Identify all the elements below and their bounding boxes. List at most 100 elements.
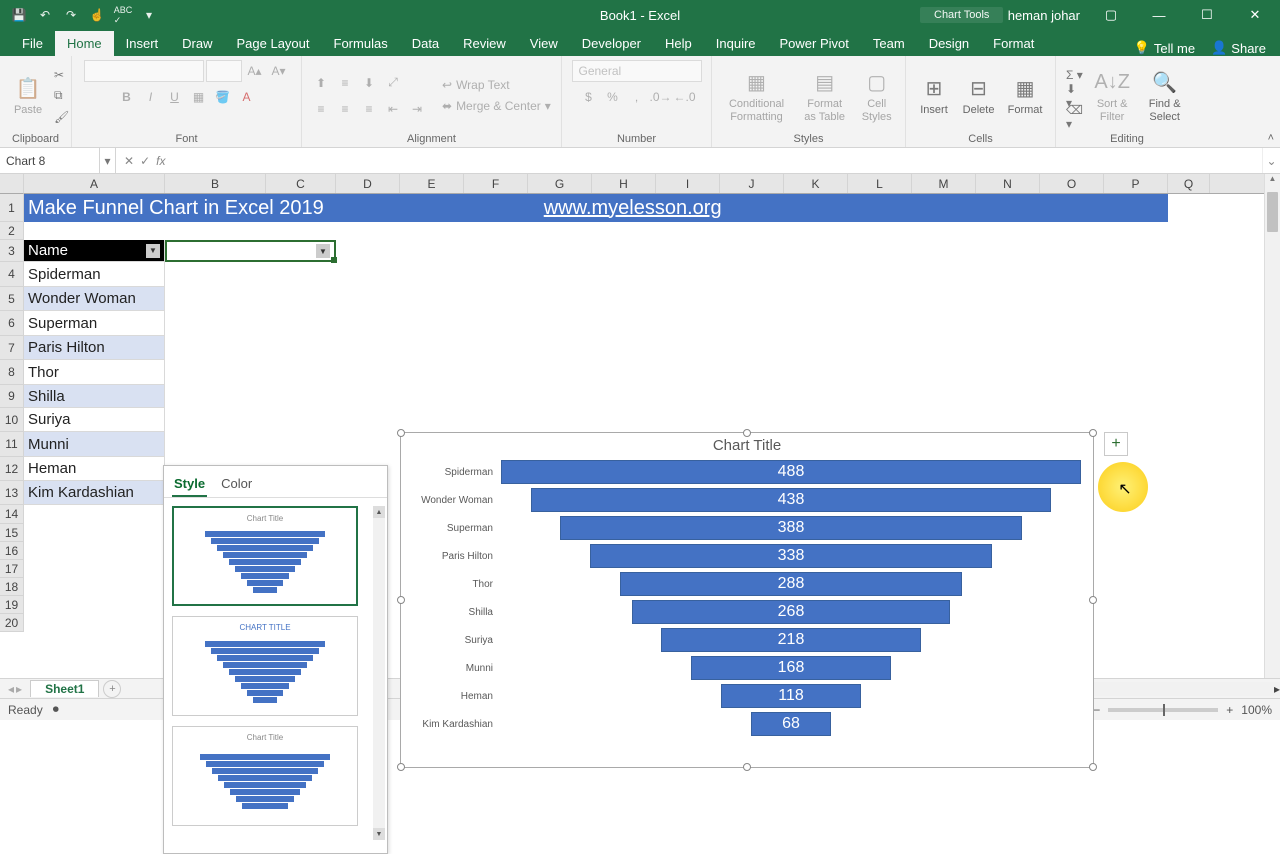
row-header[interactable]: 9 (0, 385, 24, 408)
tab-insert[interactable]: Insert (114, 31, 171, 56)
funnel-bar[interactable]: 118 (721, 684, 861, 708)
comma-icon[interactable]: , (626, 86, 648, 108)
column-header[interactable]: H (592, 174, 656, 193)
zoom-slider[interactable] (1108, 708, 1218, 712)
align-left-icon[interactable]: ≡ (310, 98, 332, 120)
resize-handle[interactable] (1089, 763, 1097, 771)
format-as-table-button[interactable]: ▤Format as Table (797, 63, 852, 129)
row-header[interactable]: 12 (0, 457, 24, 481)
underline-button[interactable]: U (164, 86, 186, 108)
new-sheet-button[interactable]: + (103, 680, 121, 698)
resize-handle[interactable] (397, 596, 405, 604)
name-box-dropdown-icon[interactable]: ▾ (100, 148, 116, 173)
close-icon[interactable]: ✕ (1238, 0, 1272, 30)
table-cell-name[interactable]: Spiderman (24, 262, 165, 287)
share-button[interactable]: 👤 Share (1211, 40, 1266, 56)
enter-formula-icon[interactable]: ✓ (140, 154, 150, 168)
table-cell-name[interactable]: Kim Kardashian (24, 481, 165, 505)
font-size-select[interactable] (206, 60, 242, 82)
funnel-bar[interactable]: 388 (560, 516, 1021, 540)
paste-button[interactable]: 📋 Paste (8, 63, 48, 129)
chart-elements-button[interactable]: + (1104, 432, 1128, 456)
table-cell-name[interactable]: Heman (24, 457, 165, 481)
column-header[interactable]: J (720, 174, 784, 193)
column-header[interactable]: E (400, 174, 464, 193)
collapse-ribbon-icon[interactable]: ˄ (1268, 132, 1274, 144)
align-bottom-icon[interactable]: ⬇ (358, 72, 380, 94)
font-family-select[interactable] (84, 60, 204, 82)
funnel-bar[interactable]: 168 (691, 656, 891, 680)
align-middle-icon[interactable]: ≡ (334, 72, 356, 94)
sort-filter-button[interactable]: A↓ZSort & Filter (1089, 63, 1135, 129)
tab-design[interactable]: Design (917, 31, 981, 56)
italic-button[interactable]: I (140, 86, 162, 108)
border-icon[interactable]: ▦ (188, 86, 210, 108)
decrease-decimal-icon[interactable]: ←.0 (674, 86, 696, 108)
column-header[interactable]: Q (1168, 174, 1210, 193)
row-header[interactable]: 3 (0, 240, 24, 262)
banner-link[interactable]: www.myelesson.org (544, 197, 722, 220)
bold-button[interactable]: B (116, 86, 138, 108)
align-top-icon[interactable]: ⬆ (310, 72, 332, 94)
zoom-out-icon[interactable]: − (1093, 703, 1100, 717)
cut-icon[interactable]: ✂ (52, 64, 71, 85)
resize-handle[interactable] (743, 429, 751, 437)
sheet-tab-active[interactable]: Sheet1 (30, 680, 99, 697)
row-header[interactable]: 6 (0, 311, 24, 336)
column-header[interactable]: C (266, 174, 336, 193)
copy-icon[interactable]: ⧉ (52, 85, 71, 106)
style-thumbnail-3[interactable]: Chart Title (172, 726, 358, 826)
increase-indent-icon[interactable]: ⇥ (406, 98, 428, 120)
table-cell-name[interactable]: Thor (24, 360, 165, 385)
spelling-icon[interactable]: ABC✓ (114, 6, 132, 24)
insert-cells-button[interactable]: ⊞Insert (914, 63, 954, 129)
cell-styles-button[interactable]: ▢Cell Styles (856, 63, 897, 129)
scroll-down-icon[interactable]: ▼ (373, 828, 385, 840)
row-header[interactable]: 13 (0, 481, 24, 505)
table-cell-name[interactable]: Munni (24, 432, 165, 457)
filter-dropdown-icon[interactable]: ▼ (316, 244, 330, 258)
touch-mode-icon[interactable]: ☝ (88, 6, 106, 24)
column-header[interactable]: O (1040, 174, 1104, 193)
column-header[interactable]: G (528, 174, 592, 193)
row-header[interactable]: 19 (0, 596, 24, 614)
expand-formula-bar-icon[interactable]: ⌄ (1262, 148, 1280, 173)
align-center-icon[interactable]: ≡ (334, 98, 356, 120)
zoom-level[interactable]: 100% (1241, 703, 1272, 717)
funnel-bar[interactable]: 68 (751, 712, 832, 736)
minimize-icon[interactable]: — (1142, 0, 1176, 30)
column-header[interactable]: P (1104, 174, 1168, 193)
cancel-formula-icon[interactable]: ✕ (124, 154, 134, 168)
font-color-icon[interactable]: A (236, 86, 258, 108)
row-header[interactable]: 2 (0, 222, 24, 240)
tab-draw[interactable]: Draw (170, 31, 224, 56)
undo-icon[interactable]: ↶ (36, 6, 54, 24)
merge-center-button[interactable]: ⬌ Merge & Center ▾ (440, 96, 553, 117)
decrease-font-icon[interactable]: A▾ (268, 60, 290, 82)
select-all-corner[interactable] (0, 174, 24, 194)
tab-team[interactable]: Team (861, 31, 917, 56)
table-header-jan[interactable]: Jan▼ (165, 240, 336, 262)
ribbon-display-options-icon[interactable]: ▢ (1094, 0, 1128, 30)
delete-cells-button[interactable]: ⊟Delete (958, 63, 999, 129)
wrap-text-button[interactable]: ↩ Wrap Text (440, 75, 553, 96)
save-icon[interactable]: 💾 (10, 6, 28, 24)
find-select-button[interactable]: 🔍Find & Select (1139, 63, 1190, 129)
macro-record-icon[interactable]: ⏺ (53, 702, 59, 717)
row-header[interactable]: 5 (0, 287, 24, 311)
formula-input[interactable] (173, 148, 1262, 173)
scroll-up-icon[interactable]: ▲ (373, 506, 385, 518)
percent-icon[interactable]: % (602, 86, 624, 108)
table-cell-name[interactable]: Superman (24, 311, 165, 336)
vertical-scrollbar[interactable]: ▲ (1264, 174, 1280, 678)
number-format-select[interactable]: General (572, 60, 702, 82)
resize-handle[interactable] (743, 763, 751, 771)
row-header[interactable]: 4 (0, 262, 24, 287)
sheet-nav-first-icon[interactable]: ◂ (8, 682, 14, 696)
row-header[interactable]: 11 (0, 432, 24, 457)
format-painter-icon[interactable]: 🖌 (52, 106, 71, 127)
column-header[interactable]: K (784, 174, 848, 193)
tab-data[interactable]: Data (400, 31, 451, 56)
tab-file[interactable]: File (10, 31, 55, 56)
chart-object[interactable]: Chart Title Spiderman488Wonder Woman438S… (400, 432, 1094, 768)
